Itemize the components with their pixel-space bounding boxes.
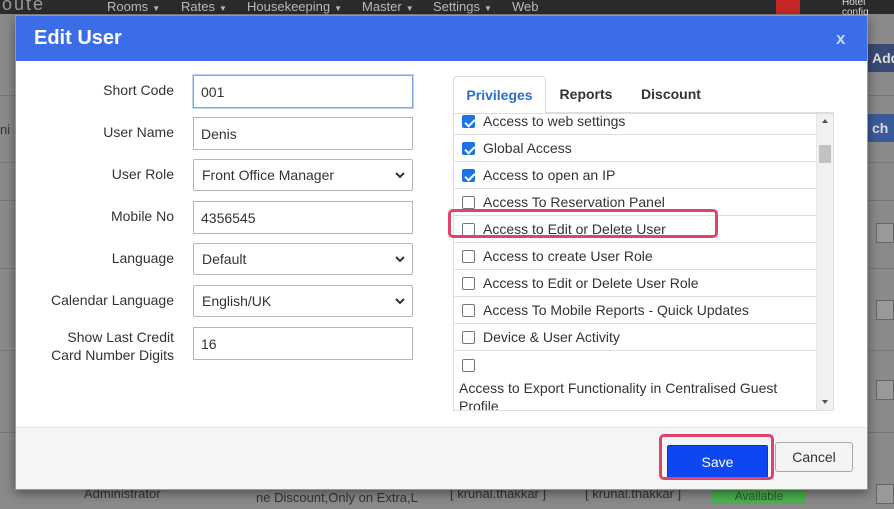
background-row-button — [876, 380, 894, 400]
background-menu-rooms: Rooms ▼ — [107, 0, 161, 14]
privilege-row[interactable]: Access to Edit or Delete User Role — [454, 270, 816, 297]
privilege-row[interactable]: Access to open an IP — [454, 162, 816, 189]
privileges-list-items: Access to web settings Global Access Acces… — [454, 113, 816, 411]
cancel-button[interactable]: Cancel — [775, 442, 853, 472]
privilege-row[interactable]: Access To Reservation Panel — [454, 189, 816, 216]
background-logo: oute — [2, 0, 46, 14]
user-role-label: User Role — [111, 166, 174, 182]
dialog-title: Edit User — [34, 27, 122, 49]
dialog-header: Edit User x — [16, 16, 867, 61]
background-row-button — [876, 484, 894, 504]
mobile-no-label: Mobile No — [110, 208, 174, 224]
tab-privileges[interactable]: Privileges — [453, 76, 546, 113]
checkbox-unchecked[interactable] — [462, 359, 475, 372]
dialog-footer: Save Cancel — [16, 427, 867, 489]
checkbox-unchecked[interactable] — [462, 223, 475, 236]
privilege-label: Access to open an IP — [483, 167, 616, 183]
background-menu-master: Master ▼ — [362, 0, 414, 14]
background-search-button: ch — [866, 114, 894, 142]
background-add-button: Add — [866, 44, 894, 72]
calendar-language-value: English/UK — [202, 293, 272, 309]
language-select[interactable]: Default — [193, 243, 413, 275]
mobile-no-input[interactable] — [193, 201, 413, 234]
checkbox-unchecked[interactable] — [462, 277, 475, 290]
short-code-label: Short Code — [103, 82, 174, 98]
privileges-list: Access to web settings Global Access Acces… — [453, 113, 834, 411]
background-discount-cell: ne Discount,Only on Extra,L — [256, 490, 418, 505]
checkbox-unchecked[interactable] — [462, 304, 475, 317]
show-last-cc-digits-label: Show Last Credit Card Number Digits — [51, 329, 174, 363]
checkbox-unchecked[interactable] — [462, 331, 475, 344]
privilege-row[interactable]: Access to web settings — [454, 113, 816, 135]
privilege-label: Access to Export Functionality in Centra… — [459, 380, 778, 411]
checkbox-unchecked[interactable] — [462, 250, 475, 263]
background-menu-rates: Rates ▼ — [181, 0, 227, 14]
checkbox-unchecked[interactable] — [462, 196, 475, 209]
chevron-down-icon — [395, 298, 405, 305]
checkbox-checked[interactable] — [462, 142, 475, 155]
privilege-label: Access to Edit or Delete User — [483, 221, 666, 237]
privilege-row[interactable]: Access to Export Functionality in Centra… — [454, 351, 816, 411]
user-role-select[interactable]: Front Office Manager — [193, 159, 413, 191]
privilege-row[interactable]: Device & User Activity — [454, 324, 816, 351]
calendar-language-select[interactable]: English/UK — [193, 285, 413, 317]
user-name-label: User Name — [103, 124, 174, 140]
privilege-row[interactable]: Access to Edit or Delete User — [454, 216, 816, 243]
background-row-button — [876, 223, 894, 243]
background-status-badge: Available — [712, 488, 806, 504]
privilege-row[interactable]: Access to create User Role — [454, 243, 816, 270]
privilege-label: Access to create User Role — [483, 248, 653, 264]
privilege-label: Access To Reservation Panel — [483, 194, 665, 210]
show-last-cc-digits-input[interactable] — [193, 327, 413, 360]
checkbox-checked[interactable] — [462, 169, 475, 182]
chevron-down-icon — [395, 256, 405, 263]
scroll-up-arrow-icon[interactable] — [817, 114, 833, 129]
background-menu-settings: Settings ▼ — [433, 0, 492, 14]
privileges-scrollbar[interactable] — [816, 114, 833, 410]
privilege-label: Access to web settings — [483, 113, 626, 129]
privilege-row[interactable]: Global Access — [454, 135, 816, 162]
user-name-input[interactable] — [193, 117, 413, 150]
privilege-label: Access to Edit or Delete User Role — [483, 275, 699, 291]
background-top-nav: oute Rooms ▼ Rates ▼ Housekeeping ▼ Master ▼… — [0, 0, 894, 18]
language-value: Default — [202, 251, 247, 267]
privilege-label: Device & User Activity — [483, 329, 620, 345]
save-button[interactable]: Save — [667, 445, 768, 479]
tab-discount[interactable]: Discount — [630, 76, 712, 113]
privilege-label: Global Access — [483, 140, 572, 156]
user-role-value: Front Office Manager — [202, 167, 335, 183]
background-menu-housekeeping: Housekeeping ▼ — [247, 0, 343, 14]
language-label: Language — [111, 250, 174, 266]
tab-reports[interactable]: Reports — [550, 76, 622, 113]
privilege-label: Access To Mobile Reports - Quick Updates — [483, 302, 749, 318]
scroll-down-arrow-icon[interactable] — [817, 395, 833, 410]
privilege-row[interactable]: Access To Mobile Reports - Quick Updates — [454, 297, 816, 324]
background-row-button — [876, 300, 894, 320]
youtube-icon — [776, 0, 800, 14]
chevron-down-icon — [395, 172, 405, 179]
background-left-fragment: ni — [0, 122, 11, 137]
edit-user-dialog: Edit User x Short Code User Name User Ro… — [15, 15, 868, 490]
calendar-language-label: Calendar Language — [51, 292, 174, 308]
close-icon[interactable]: x — [836, 29, 845, 49]
scrollbar-thumb[interactable] — [819, 145, 831, 163]
checkbox-checked[interactable] — [462, 115, 475, 128]
background-menu-web: Web — [512, 0, 539, 14]
short-code-input[interactable] — [193, 75, 413, 108]
